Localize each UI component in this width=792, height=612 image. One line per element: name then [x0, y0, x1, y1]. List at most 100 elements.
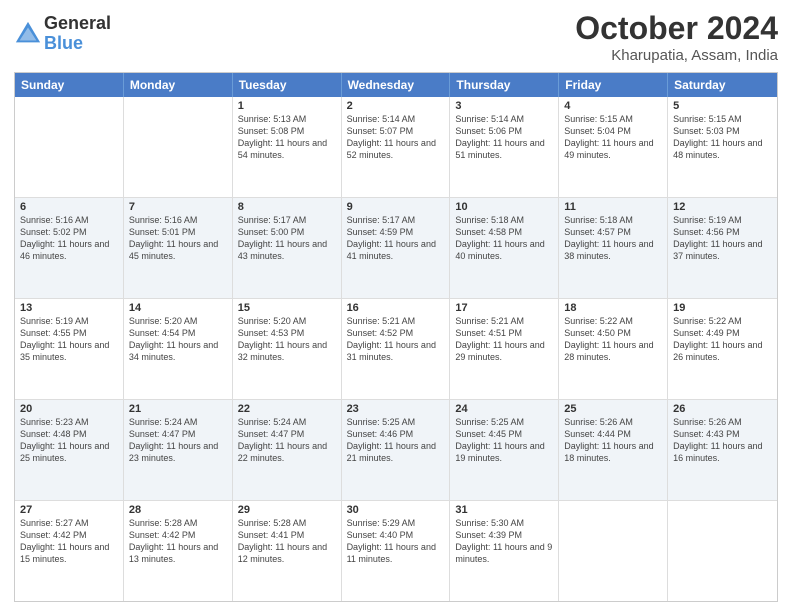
calendar-body: 1Sunrise: 5:13 AM Sunset: 5:08 PM Daylig… [15, 97, 777, 601]
calendar-cell: 30Sunrise: 5:29 AM Sunset: 4:40 PM Dayli… [342, 501, 451, 601]
cell-info: Sunrise: 5:17 AM Sunset: 4:59 PM Dayligh… [347, 214, 445, 263]
cell-info: Sunrise: 5:13 AM Sunset: 5:08 PM Dayligh… [238, 113, 336, 162]
day-number: 24 [455, 403, 553, 415]
calendar-row: 13Sunrise: 5:19 AM Sunset: 4:55 PM Dayli… [15, 299, 777, 400]
day-number: 25 [564, 403, 662, 415]
day-number: 10 [455, 201, 553, 213]
calendar-cell: 21Sunrise: 5:24 AM Sunset: 4:47 PM Dayli… [124, 400, 233, 500]
cell-info: Sunrise: 5:22 AM Sunset: 4:50 PM Dayligh… [564, 315, 662, 364]
calendar-header-cell: Saturday [668, 73, 777, 97]
day-number: 17 [455, 302, 553, 314]
day-number: 22 [238, 403, 336, 415]
day-number: 5 [673, 100, 772, 112]
day-number: 29 [238, 504, 336, 516]
cell-info: Sunrise: 5:16 AM Sunset: 5:01 PM Dayligh… [129, 214, 227, 263]
day-number: 1 [238, 100, 336, 112]
calendar-cell [15, 97, 124, 197]
calendar-cell: 13Sunrise: 5:19 AM Sunset: 4:55 PM Dayli… [15, 299, 124, 399]
cell-info: Sunrise: 5:28 AM Sunset: 4:42 PM Dayligh… [129, 517, 227, 566]
cell-info: Sunrise: 5:14 AM Sunset: 5:07 PM Dayligh… [347, 113, 445, 162]
logo: General Blue [14, 14, 111, 54]
calendar-cell: 8Sunrise: 5:17 AM Sunset: 5:00 PM Daylig… [233, 198, 342, 298]
title-block: October 2024 Kharupatia, Assam, India [575, 10, 778, 64]
day-number: 16 [347, 302, 445, 314]
day-number: 27 [20, 504, 118, 516]
calendar-cell: 15Sunrise: 5:20 AM Sunset: 4:53 PM Dayli… [233, 299, 342, 399]
calendar-cell: 27Sunrise: 5:27 AM Sunset: 4:42 PM Dayli… [15, 501, 124, 601]
calendar-header-cell: Wednesday [342, 73, 451, 97]
calendar-cell: 14Sunrise: 5:20 AM Sunset: 4:54 PM Dayli… [124, 299, 233, 399]
cell-info: Sunrise: 5:27 AM Sunset: 4:42 PM Dayligh… [20, 517, 118, 566]
calendar-cell: 5Sunrise: 5:15 AM Sunset: 5:03 PM Daylig… [668, 97, 777, 197]
day-number: 19 [673, 302, 772, 314]
day-number: 9 [347, 201, 445, 213]
cell-info: Sunrise: 5:22 AM Sunset: 4:49 PM Dayligh… [673, 315, 772, 364]
calendar-cell: 18Sunrise: 5:22 AM Sunset: 4:50 PM Dayli… [559, 299, 668, 399]
calendar-cell: 9Sunrise: 5:17 AM Sunset: 4:59 PM Daylig… [342, 198, 451, 298]
day-number: 11 [564, 201, 662, 213]
calendar-header-cell: Tuesday [233, 73, 342, 97]
calendar-cell: 1Sunrise: 5:13 AM Sunset: 5:08 PM Daylig… [233, 97, 342, 197]
calendar-cell: 3Sunrise: 5:14 AM Sunset: 5:06 PM Daylig… [450, 97, 559, 197]
calendar-header-cell: Friday [559, 73, 668, 97]
cell-info: Sunrise: 5:18 AM Sunset: 4:58 PM Dayligh… [455, 214, 553, 263]
calendar-cell: 11Sunrise: 5:18 AM Sunset: 4:57 PM Dayli… [559, 198, 668, 298]
cell-info: Sunrise: 5:26 AM Sunset: 4:43 PM Dayligh… [673, 416, 772, 465]
day-number: 30 [347, 504, 445, 516]
calendar-cell: 31Sunrise: 5:30 AM Sunset: 4:39 PM Dayli… [450, 501, 559, 601]
day-number: 8 [238, 201, 336, 213]
logo-general-text: General [44, 14, 111, 34]
cell-info: Sunrise: 5:24 AM Sunset: 4:47 PM Dayligh… [129, 416, 227, 465]
calendar-cell: 26Sunrise: 5:26 AM Sunset: 4:43 PM Dayli… [668, 400, 777, 500]
day-number: 18 [564, 302, 662, 314]
calendar-cell: 24Sunrise: 5:25 AM Sunset: 4:45 PM Dayli… [450, 400, 559, 500]
calendar-cell [124, 97, 233, 197]
calendar-row: 20Sunrise: 5:23 AM Sunset: 4:48 PM Dayli… [15, 400, 777, 501]
cell-info: Sunrise: 5:23 AM Sunset: 4:48 PM Dayligh… [20, 416, 118, 465]
day-number: 21 [129, 403, 227, 415]
day-number: 2 [347, 100, 445, 112]
cell-info: Sunrise: 5:25 AM Sunset: 4:46 PM Dayligh… [347, 416, 445, 465]
cell-info: Sunrise: 5:20 AM Sunset: 4:53 PM Dayligh… [238, 315, 336, 364]
calendar-cell: 23Sunrise: 5:25 AM Sunset: 4:46 PM Dayli… [342, 400, 451, 500]
cell-info: Sunrise: 5:15 AM Sunset: 5:04 PM Dayligh… [564, 113, 662, 162]
calendar-header: SundayMondayTuesdayWednesdayThursdayFrid… [15, 73, 777, 97]
cell-info: Sunrise: 5:28 AM Sunset: 4:41 PM Dayligh… [238, 517, 336, 566]
cell-info: Sunrise: 5:18 AM Sunset: 4:57 PM Dayligh… [564, 214, 662, 263]
calendar-cell: 22Sunrise: 5:24 AM Sunset: 4:47 PM Dayli… [233, 400, 342, 500]
logo-text: General Blue [44, 14, 111, 54]
day-number: 26 [673, 403, 772, 415]
calendar-cell: 12Sunrise: 5:19 AM Sunset: 4:56 PM Dayli… [668, 198, 777, 298]
calendar-cell: 4Sunrise: 5:15 AM Sunset: 5:04 PM Daylig… [559, 97, 668, 197]
cell-info: Sunrise: 5:19 AM Sunset: 4:55 PM Dayligh… [20, 315, 118, 364]
day-number: 20 [20, 403, 118, 415]
day-number: 31 [455, 504, 553, 516]
cell-info: Sunrise: 5:29 AM Sunset: 4:40 PM Dayligh… [347, 517, 445, 566]
calendar-cell: 17Sunrise: 5:21 AM Sunset: 4:51 PM Dayli… [450, 299, 559, 399]
cell-info: Sunrise: 5:20 AM Sunset: 4:54 PM Dayligh… [129, 315, 227, 364]
cell-info: Sunrise: 5:26 AM Sunset: 4:44 PM Dayligh… [564, 416, 662, 465]
cell-info: Sunrise: 5:15 AM Sunset: 5:03 PM Dayligh… [673, 113, 772, 162]
page: General Blue October 2024 Kharupatia, As… [0, 0, 792, 612]
cell-info: Sunrise: 5:21 AM Sunset: 4:52 PM Dayligh… [347, 315, 445, 364]
cell-info: Sunrise: 5:30 AM Sunset: 4:39 PM Dayligh… [455, 517, 553, 566]
calendar-cell: 25Sunrise: 5:26 AM Sunset: 4:44 PM Dayli… [559, 400, 668, 500]
day-number: 13 [20, 302, 118, 314]
logo-icon [14, 20, 42, 48]
calendar-cell: 20Sunrise: 5:23 AM Sunset: 4:48 PM Dayli… [15, 400, 124, 500]
calendar-header-cell: Monday [124, 73, 233, 97]
day-number: 23 [347, 403, 445, 415]
calendar-cell: 28Sunrise: 5:28 AM Sunset: 4:42 PM Dayli… [124, 501, 233, 601]
calendar-cell [668, 501, 777, 601]
calendar-cell: 10Sunrise: 5:18 AM Sunset: 4:58 PM Dayli… [450, 198, 559, 298]
calendar-cell [559, 501, 668, 601]
calendar-cell: 19Sunrise: 5:22 AM Sunset: 4:49 PM Dayli… [668, 299, 777, 399]
day-number: 14 [129, 302, 227, 314]
logo-blue-text: Blue [44, 34, 111, 54]
calendar-row: 27Sunrise: 5:27 AM Sunset: 4:42 PM Dayli… [15, 501, 777, 601]
cell-info: Sunrise: 5:17 AM Sunset: 5:00 PM Dayligh… [238, 214, 336, 263]
cell-info: Sunrise: 5:19 AM Sunset: 4:56 PM Dayligh… [673, 214, 772, 263]
day-number: 12 [673, 201, 772, 213]
day-number: 7 [129, 201, 227, 213]
day-number: 3 [455, 100, 553, 112]
